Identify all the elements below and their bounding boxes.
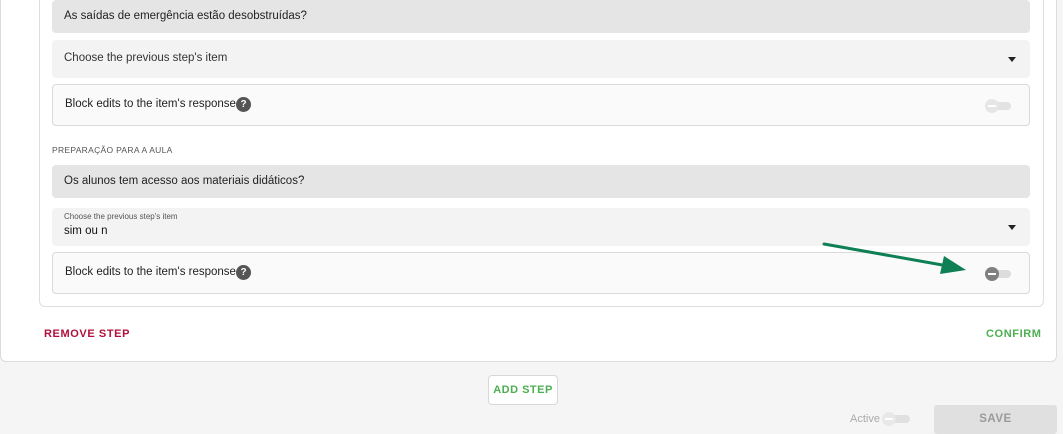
previous-item-select[interactable]: Choose the previous step's item bbox=[52, 40, 1030, 78]
caret-down-icon bbox=[1008, 57, 1016, 62]
active-label: Active bbox=[850, 413, 880, 425]
toggle-knob bbox=[882, 412, 896, 426]
block-edits-label: Block edits to the item's response bbox=[65, 266, 236, 278]
caret-down-icon bbox=[1008, 225, 1016, 230]
confirm-button[interactable]: CONFIRM bbox=[986, 328, 1042, 340]
save-button[interactable]: SAVE bbox=[934, 405, 1057, 434]
remove-step-button[interactable]: REMOVE STEP bbox=[44, 328, 130, 340]
question-circle-icon[interactable]: ? bbox=[236, 265, 251, 280]
question-text: Os alunos tem acesso aos materiais didát… bbox=[52, 165, 1030, 198]
question-circle-icon[interactable]: ? bbox=[236, 97, 251, 112]
toggle-knob bbox=[985, 267, 999, 281]
arrow-annotation-icon bbox=[822, 242, 966, 274]
select-value: sim ou n bbox=[64, 225, 108, 237]
select-placeholder: Choose the previous step's item bbox=[64, 52, 228, 64]
active-toggle[interactable] bbox=[882, 412, 912, 426]
toggle-knob bbox=[985, 99, 999, 113]
block-edits-row: Block edits to the item's response ? bbox=[52, 84, 1030, 126]
block-edits-toggle[interactable] bbox=[985, 267, 1011, 281]
question-label: Os alunos tem acesso aos materiais didát… bbox=[64, 175, 305, 187]
block-edits-toggle[interactable] bbox=[985, 99, 1011, 113]
question-text: As saídas de emergência estão desobstruí… bbox=[52, 0, 1030, 33]
add-step-button[interactable]: ADD STEP bbox=[488, 375, 558, 405]
section-label: PREPARAÇÃO PARA A AULA bbox=[52, 145, 173, 155]
question-label: As saídas de emergência estão desobstruí… bbox=[64, 10, 307, 22]
select-floating-label: Choose the previous step's item bbox=[64, 212, 178, 221]
block-edits-label: Block edits to the item's response bbox=[65, 98, 236, 110]
